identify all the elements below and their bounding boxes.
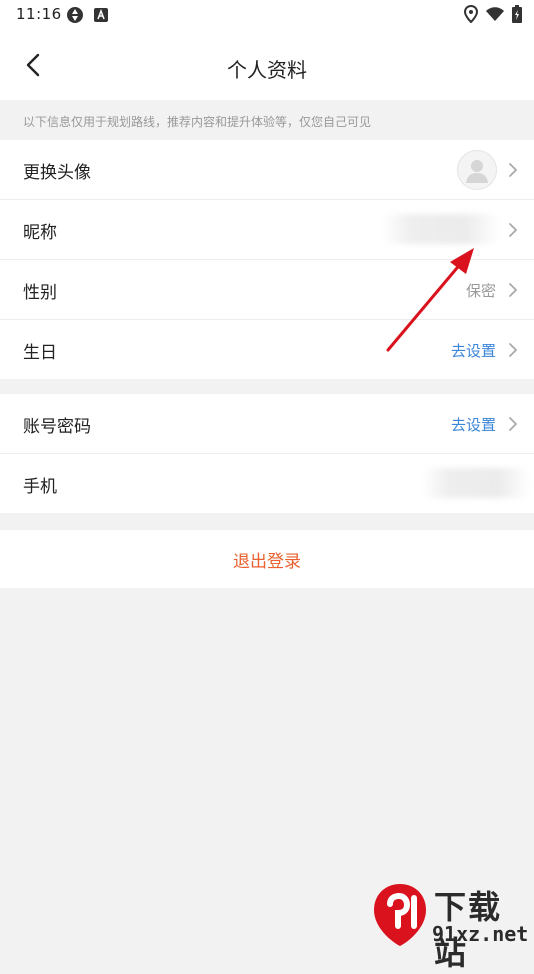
status-time: 11:16	[16, 5, 62, 23]
nav-bar: 个人资料	[0, 30, 534, 100]
row-account-password[interactable]: 账号密码 去设置	[0, 394, 534, 454]
row-label: 性别	[23, 283, 57, 303]
chevron-right-icon	[509, 343, 517, 357]
a-badge-icon	[94, 8, 108, 22]
status-bar: 11:16	[0, 0, 534, 30]
gender-value: 保密	[465, 282, 496, 300]
row-label: 更换头像	[23, 163, 91, 183]
chevron-right-icon	[509, 163, 517, 177]
blurred-nickname-value	[382, 214, 500, 244]
privacy-notice-text: 以下信息仅用于规划路线，推荐内容和提升体验等，仅您自己可见	[23, 115, 372, 129]
row-label: 账号密码	[23, 417, 91, 437]
profile-settings-group: 更换头像 昵称 性别 保密 生日 去设置	[0, 140, 534, 379]
watermark: 下载站 91xz.net	[368, 880, 534, 972]
chevron-right-icon	[509, 223, 517, 237]
location-icon	[464, 5, 478, 23]
birthday-set-link[interactable]: 去设置	[451, 340, 496, 361]
watermark-logo-icon	[374, 884, 426, 946]
blurred-phone-value	[422, 468, 530, 498]
row-phone[interactable]: 手机	[0, 454, 534, 513]
row-change-avatar[interactable]: 更换头像	[0, 140, 534, 200]
row-label: 手机	[23, 477, 57, 497]
row-nickname[interactable]: 昵称	[0, 200, 534, 260]
wifi-icon	[486, 7, 504, 21]
row-label: 生日	[23, 343, 57, 363]
row-birthday[interactable]: 生日 去设置	[0, 320, 534, 379]
sync-icon	[67, 7, 83, 23]
chevron-right-icon	[509, 417, 517, 431]
chevron-right-icon	[509, 283, 517, 297]
logout-button[interactable]: 退出登录	[0, 530, 534, 588]
watermark-brand-url: 91xz.net	[432, 922, 529, 946]
avatar	[457, 150, 497, 190]
battery-icon	[512, 5, 522, 23]
page-title: 个人资料	[227, 58, 307, 82]
default-avatar-icon	[466, 160, 488, 183]
row-gender[interactable]: 性别 保密	[0, 260, 534, 320]
password-set-link[interactable]: 去设置	[451, 414, 496, 435]
account-settings-group: 账号密码 去设置 手机	[0, 394, 534, 513]
logout-label: 退出登录	[233, 551, 301, 572]
row-label: 昵称	[23, 223, 57, 243]
privacy-notice: 以下信息仅用于规划路线，推荐内容和提升体验等，仅您自己可见	[0, 100, 534, 140]
